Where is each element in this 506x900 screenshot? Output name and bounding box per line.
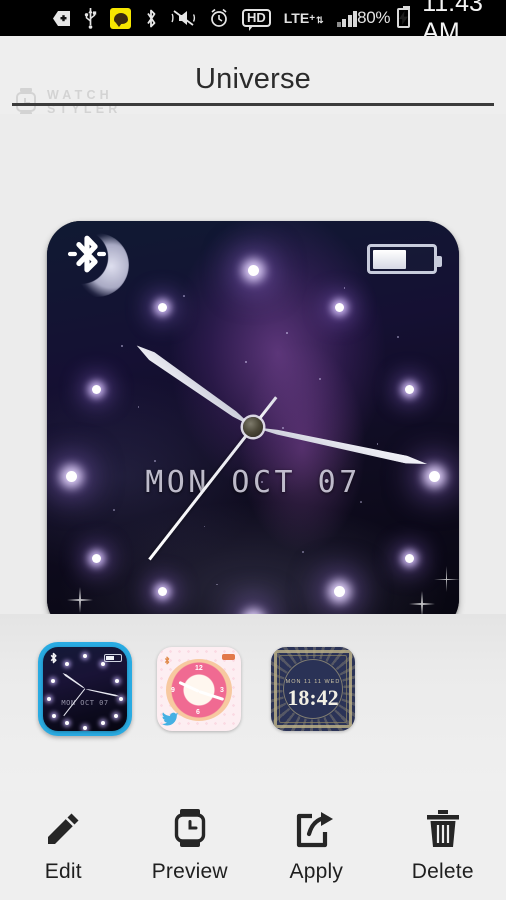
watchface-thumbnail-strip[interactable]: MON OCT 07 12 3 6 9 MON 11 11 WED 18:42 xyxy=(0,614,506,809)
bluetooth-icon xyxy=(144,8,158,29)
donut-mark-9: 9 xyxy=(171,687,175,694)
share-export-icon xyxy=(296,808,336,848)
donut-mark-6: 6 xyxy=(196,709,200,716)
apply-button[interactable]: Apply xyxy=(253,791,380,900)
sd-card-icon xyxy=(52,10,71,27)
mute-vibrate-icon xyxy=(171,8,196,28)
watch-clock-icon xyxy=(171,808,209,848)
donut-mark-12: 12 xyxy=(195,665,203,672)
battery-charging-icon xyxy=(397,6,411,28)
twitter-bird-icon xyxy=(162,712,179,726)
app-header: WATCH STYLER Universe xyxy=(0,36,506,116)
pencil-icon xyxy=(44,808,82,848)
signal-bars-icon xyxy=(336,10,358,27)
header-divider xyxy=(12,103,494,106)
thumbnail-donut-image[interactable]: 12 3 6 9 xyxy=(157,647,241,731)
kakaotalk-icon xyxy=(110,7,131,29)
alarm-icon xyxy=(209,8,229,28)
trash-icon xyxy=(426,808,460,848)
thumbnail-ornate[interactable]: MON 11 11 WED 18:42 xyxy=(266,642,360,736)
brand-line-1: WATCH xyxy=(47,88,113,102)
preview-button[interactable]: Preview xyxy=(127,791,254,900)
watchface-date: MON OCT 07 xyxy=(145,465,361,500)
watchface-battery-indicator xyxy=(367,244,442,274)
brand-text: WATCH STYLER xyxy=(47,88,122,116)
android-status-bar: HD LTE + ⇅ 80% 11:43 AM xyxy=(0,0,506,46)
thumb2-bluetooth-icon xyxy=(162,652,172,665)
app-logo: WATCH STYLER xyxy=(14,88,122,116)
watchface-preview[interactable]: MON OCT 07 xyxy=(47,221,459,633)
preview-label: Preview xyxy=(151,859,228,883)
bottom-toolbar: Edit Preview Apply Delete xyxy=(0,791,506,900)
hd-voice-icon: HD xyxy=(242,9,271,31)
watchface-preview-stage: MON OCT 07 xyxy=(0,114,506,633)
thumb-battery-icon xyxy=(104,654,122,662)
lte-plus-icon: LTE + ⇅ xyxy=(283,9,324,26)
edit-label: Edit xyxy=(44,859,82,883)
apply-label: Apply xyxy=(289,859,344,883)
battery-fill xyxy=(372,249,407,269)
thumb2-battery-icon xyxy=(222,654,235,660)
ornate-time: 18:42 xyxy=(287,685,339,710)
donut-mark-3: 3 xyxy=(220,687,224,694)
thumb-date: MON OCT 07 xyxy=(61,699,109,707)
usb-icon xyxy=(84,7,97,29)
thumbnail-universe-image[interactable]: MON OCT 07 xyxy=(43,647,127,731)
thumb-bluetooth-icon xyxy=(48,651,59,664)
battery-percent-label: 80% xyxy=(357,8,391,27)
delete-button[interactable]: Delete xyxy=(380,791,506,900)
bluetooth-status-icon xyxy=(67,233,107,275)
watch-logo-icon xyxy=(14,88,38,116)
thumbnail-donut[interactable]: 12 3 6 9 xyxy=(152,642,246,736)
status-bar-left-icons: HD LTE + ⇅ xyxy=(52,7,358,31)
thumbnail-ornate-image[interactable]: MON 11 11 WED 18:42 xyxy=(271,647,355,731)
edit-button[interactable]: Edit xyxy=(0,791,127,900)
hands-hub xyxy=(243,417,263,437)
thumbnail-universe[interactable]: MON OCT 07 xyxy=(38,642,132,736)
delete-label: Delete xyxy=(411,859,474,883)
